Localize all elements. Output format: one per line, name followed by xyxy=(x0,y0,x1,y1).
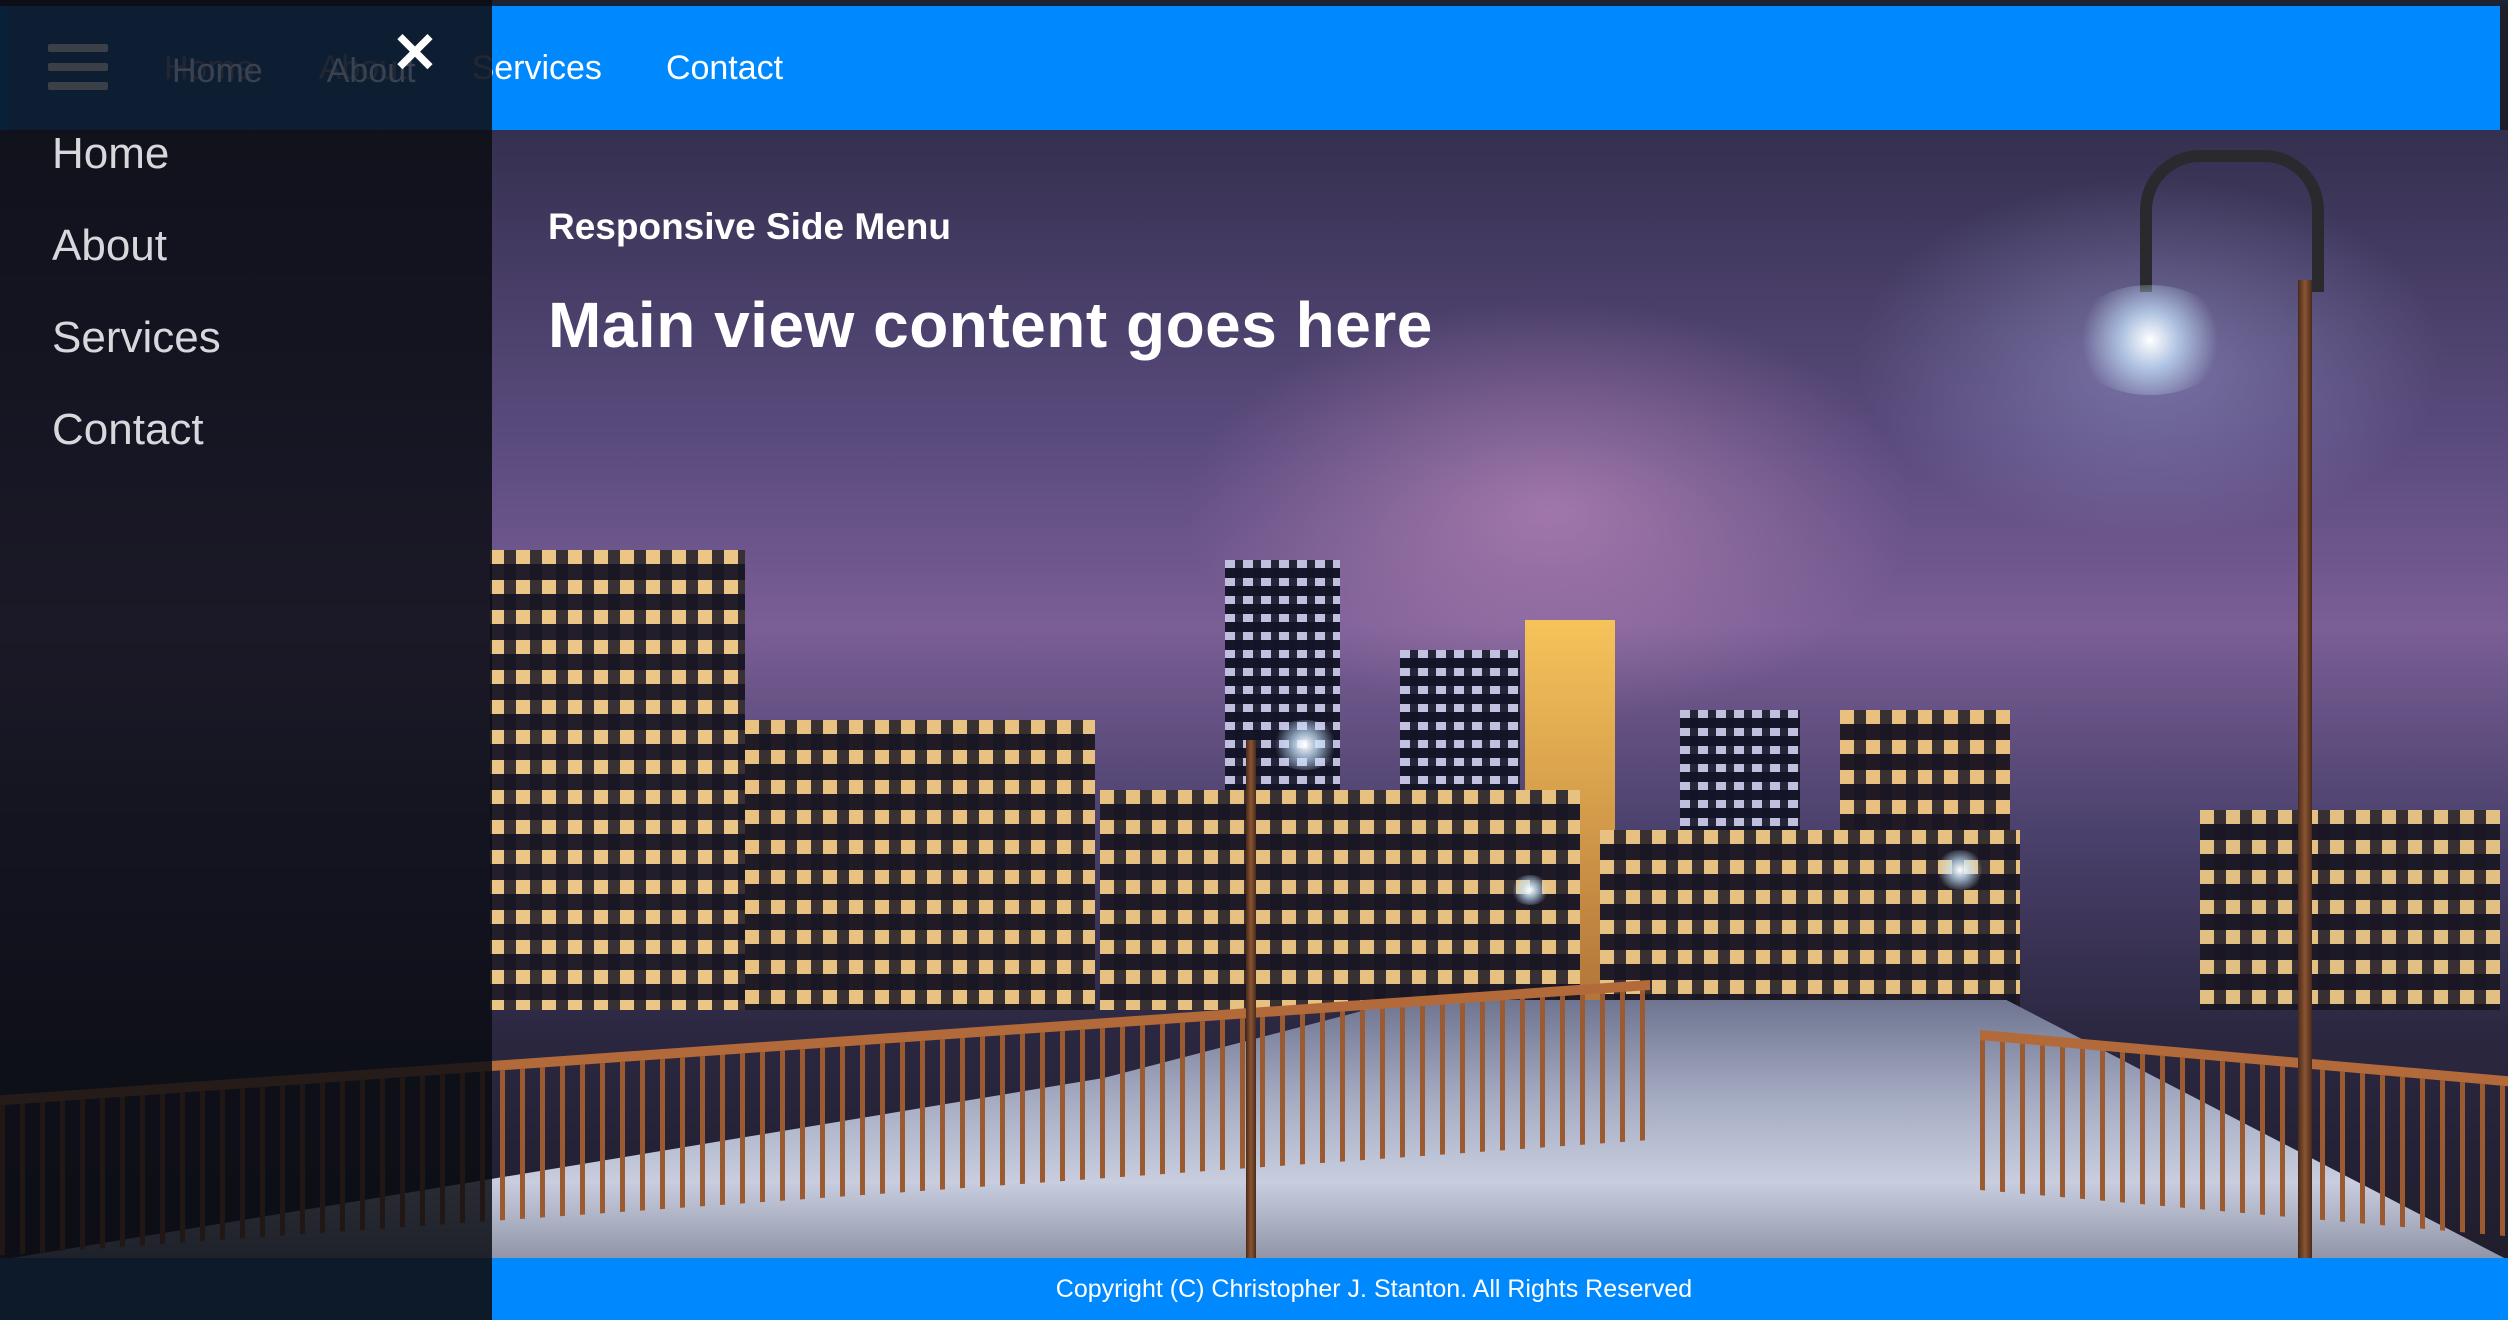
side-menu-list: Home About Services Contact xyxy=(52,128,221,496)
side-menu-header: Home About ✕ xyxy=(8,6,492,130)
side-menu-item-services[interactable]: Services xyxy=(52,312,221,404)
copyright-text: Copyright (C) Christopher J. Stanton. Al… xyxy=(1055,1274,1693,1303)
side-menu-item-contact[interactable]: Contact xyxy=(52,404,221,496)
dimmed-navbar-links: Home About xyxy=(172,52,416,91)
street-lamp-light xyxy=(2070,285,2230,395)
hamburger-menu-icon[interactable] xyxy=(48,44,108,90)
side-menu: Home About ✕ Home About Services Contact xyxy=(0,0,492,1320)
building xyxy=(1100,790,1580,1010)
nav-link-contact[interactable]: Contact xyxy=(666,49,783,88)
street-lamp-light xyxy=(1270,720,1340,770)
side-menu-item-about[interactable]: About xyxy=(52,220,221,312)
side-menu-footer-shade xyxy=(0,1258,492,1320)
building xyxy=(745,720,1095,1010)
street-lamp-pole xyxy=(2298,280,2312,1260)
dimmed-nav-link-home: Home xyxy=(172,52,263,90)
main-content: Responsive Side Menu Main view content g… xyxy=(548,206,1433,362)
page: Home About Services Contact Responsive S… xyxy=(0,0,2508,1320)
street-lamp-pole xyxy=(1246,740,1256,1260)
building xyxy=(2200,810,2500,1010)
street-lamp-light xyxy=(1935,850,1985,890)
close-icon[interactable]: ✕ xyxy=(390,25,440,81)
street-lamp-arm xyxy=(2140,150,2324,292)
page-subtitle: Responsive Side Menu xyxy=(548,206,951,247)
building xyxy=(490,550,745,1010)
street-lamp-light xyxy=(1510,875,1550,905)
page-headline: Main view content goes here xyxy=(548,289,1433,361)
side-menu-item-home[interactable]: Home xyxy=(52,128,221,220)
